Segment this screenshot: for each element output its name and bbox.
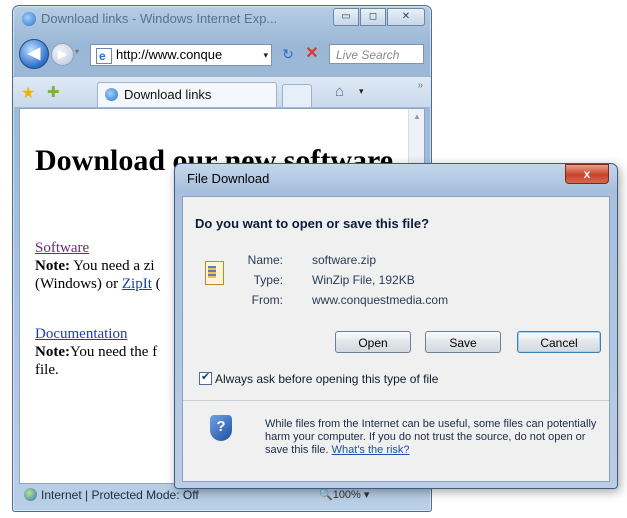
ie-logo-icon (22, 12, 36, 26)
window-controls: ▭ ◻ ✕ (332, 8, 425, 26)
zip-file-icon (205, 261, 225, 285)
info-type-value: WinZip File, 192KB (312, 273, 415, 287)
software-link[interactable]: Software (35, 240, 89, 256)
dialog-body: Do you want to open or save this file? N… (182, 196, 610, 482)
back-button[interactable]: ◀ (19, 39, 49, 69)
status-zone: Internet | Protected Mode: Off (41, 488, 199, 502)
dialog-close-button[interactable]: x (565, 164, 609, 184)
dialog-question: Do you want to open or save this file? (195, 216, 430, 231)
home-dropdown-icon[interactable]: ▾ (359, 86, 364, 97)
note-text-3: ( (151, 276, 161, 292)
favorites-star-icon[interactable]: ★ (21, 83, 35, 103)
forward-button[interactable]: ▶ (51, 43, 74, 66)
maximize-button[interactable]: ◻ (360, 8, 386, 26)
new-tab-button[interactable] (282, 84, 312, 107)
whats-the-risk-link[interactable]: What's the risk? (332, 444, 410, 456)
address-input[interactable]: http://www.conque ▾ (90, 44, 272, 66)
address-value: http://www.conque (116, 47, 223, 62)
info-name-key: Name: (247, 253, 283, 267)
note-text: You need a zi (69, 258, 155, 274)
dialog-title: File Download (187, 171, 270, 186)
stop-button[interactable]: ✕ (303, 44, 321, 64)
add-favorites-icon[interactable]: ✚ (47, 83, 60, 101)
tab-bar: ★ ✚ Download links ⌂ ▾ » (13, 76, 431, 107)
info-name-value: software.zip (312, 253, 377, 267)
warning-text: While files from the Internet can be use… (265, 418, 605, 457)
open-button[interactable]: Open (335, 331, 411, 353)
file-download-dialog: File Download x Do you want to open or s… (174, 163, 618, 489)
note2-text: You need the f (69, 344, 158, 360)
info-from-key: From: (251, 293, 283, 307)
dialog-divider (183, 400, 609, 401)
info-from-value: www.conquestmedia.com (312, 293, 449, 307)
note-label: Note: (35, 258, 70, 274)
address-dropdown-icon[interactable]: ▾ (263, 45, 268, 65)
minimize-button[interactable]: ▭ (333, 8, 359, 26)
internet-zone-icon (24, 488, 37, 501)
shield-warning-icon: ? (210, 415, 232, 441)
tab-label: Download links (124, 87, 212, 102)
note2-text-2: file. (35, 362, 59, 378)
always-ask-row[interactable]: Always ask before opening this type of f… (199, 370, 439, 386)
browser-title: Download links - Windows Internet Exp... (41, 11, 278, 26)
toolbar-overflow-icon[interactable]: » (417, 80, 423, 91)
address-bar-row: ◀ ▶ ▾ http://www.conque ▾ ↻ ✕ Live Searc… (13, 38, 431, 70)
cancel-button[interactable]: Cancel (517, 331, 601, 353)
always-ask-label: Always ask before opening this type of f… (215, 372, 439, 386)
page-icon (96, 46, 112, 66)
zipit-link[interactable]: ZipIt (122, 276, 152, 292)
note-text-2: (Windows) or (35, 276, 122, 292)
scroll-up-icon[interactable]: ▲ (413, 112, 421, 121)
close-window-button[interactable]: ✕ (387, 8, 425, 26)
refresh-button[interactable]: ↻ (277, 44, 299, 64)
tab-download-links[interactable]: Download links (97, 82, 277, 107)
tab-page-icon (105, 88, 118, 101)
browser-title-bar: Download links - Windows Internet Exp...… (13, 6, 431, 32)
recent-pages-dropdown[interactable]: ▾ (75, 47, 79, 56)
warning-message: While files from the Internet can be use… (265, 418, 597, 456)
info-type-key: Type: (253, 273, 283, 287)
home-icon[interactable]: ⌂ (335, 83, 344, 100)
save-button[interactable]: Save (425, 331, 501, 353)
always-ask-checkbox[interactable] (199, 370, 212, 385)
note2-label: Note: (35, 344, 70, 360)
search-input[interactable]: Live Search (329, 44, 424, 64)
documentation-link[interactable]: Documentation (35, 326, 127, 342)
